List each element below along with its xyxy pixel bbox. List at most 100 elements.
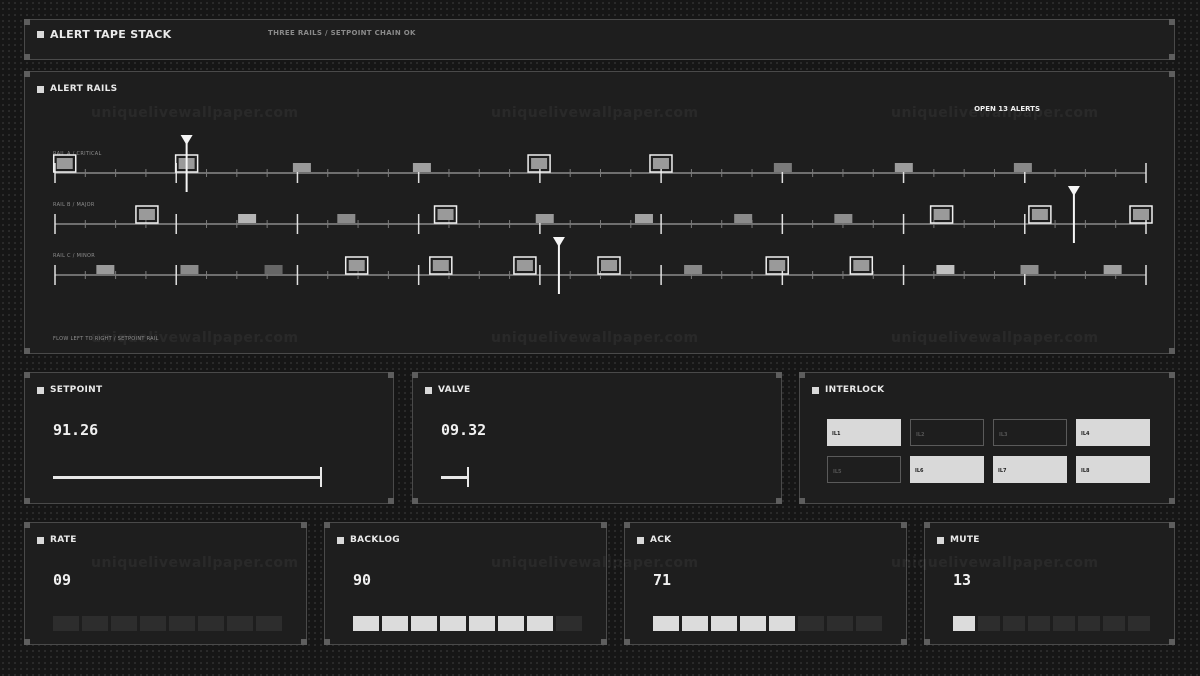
mute-segment bbox=[953, 616, 975, 631]
backlog-segment bbox=[498, 616, 524, 631]
interlock-title: INTERLOCK bbox=[812, 385, 884, 395]
valve-bar bbox=[441, 476, 468, 479]
header-panel: ALERT TAPE STACK THREE RAILS / SETPOINT … bbox=[24, 19, 1175, 60]
rail-b-alert-block bbox=[138, 209, 155, 220]
rail-b-alert-block bbox=[437, 209, 454, 220]
header-title-text: ALERT TAPE STACK bbox=[50, 28, 172, 41]
rail-c-alert-block bbox=[96, 265, 115, 274]
alert-rails-panel: ALERT RAILS OPEN 13 ALERTS RAIL A / CRIT… bbox=[24, 71, 1175, 354]
rail-c-alert-block bbox=[180, 265, 199, 274]
rate-segment bbox=[111, 616, 137, 631]
rail-c-alert-block bbox=[769, 260, 786, 271]
rate-title: RATE bbox=[37, 535, 77, 545]
rate-panel: RATE 09 uniquelivewallpaper.com bbox=[24, 522, 307, 645]
rail-b-alert-block bbox=[634, 214, 653, 223]
interlock-il1: IL1 bbox=[827, 419, 901, 446]
rail-b-alert-block bbox=[933, 209, 950, 220]
rail-c-alert-block bbox=[936, 265, 955, 274]
ack-segment bbox=[682, 616, 708, 631]
ack-value: 71 bbox=[653, 571, 672, 589]
rate-segment bbox=[169, 616, 195, 631]
ack-segment bbox=[827, 616, 853, 631]
backlog-segments bbox=[353, 616, 582, 631]
rail-b-alert-block bbox=[337, 214, 356, 223]
rail-c-alert-block bbox=[1020, 265, 1039, 274]
rail-c-alert-block bbox=[264, 265, 283, 274]
rail-a-alert-block bbox=[531, 158, 548, 169]
interlock-il8: IL8 bbox=[1076, 456, 1150, 483]
rail-c-marker-head bbox=[552, 237, 565, 247]
rail-a-alert-block bbox=[773, 163, 792, 172]
valve-value: 09.32 bbox=[441, 421, 487, 439]
watermark-text: uniquelivewallpaper.com bbox=[91, 555, 299, 571]
interlock-panel: INTERLOCK IL1 IL2 IL3 IL4 IL5 IL6 IL7 IL… bbox=[799, 372, 1175, 504]
backlog-value: 90 bbox=[353, 571, 372, 589]
alert-rails-chart bbox=[52, 135, 1153, 294]
rail-a-alert-block bbox=[1013, 163, 1032, 172]
setpoint-title: SETPOINT bbox=[37, 385, 102, 395]
rail-c-alert-block bbox=[684, 265, 703, 274]
mute-segments bbox=[953, 616, 1150, 631]
rate-segment bbox=[227, 616, 253, 631]
rail-c-alert-block bbox=[1103, 265, 1122, 274]
interlock-il4: IL4 bbox=[1076, 419, 1150, 446]
header-title: ALERT TAPE STACK bbox=[37, 28, 171, 41]
rate-segment bbox=[82, 616, 108, 631]
ack-segment bbox=[740, 616, 766, 631]
backlog-panel: BACKLOG 90 bbox=[324, 522, 607, 645]
rate-segment bbox=[140, 616, 166, 631]
title-square-icon bbox=[37, 536, 44, 544]
rate-segment bbox=[256, 616, 282, 631]
rail-a-alert-block bbox=[412, 163, 431, 172]
valve-title: VALVE bbox=[425, 385, 470, 395]
rate-title-text: RATE bbox=[50, 535, 77, 545]
title-square-icon bbox=[937, 536, 944, 544]
backlog-segment bbox=[353, 616, 379, 631]
mute-panel: MUTE 13 uniquelivewallpaper.com bbox=[891, 522, 1175, 645]
rail-b-alert-block bbox=[238, 214, 257, 223]
ack-segment bbox=[798, 616, 824, 631]
rate-segment bbox=[53, 616, 79, 631]
setpoint-bar-tick bbox=[320, 467, 322, 487]
mute-segment bbox=[1128, 616, 1150, 631]
title-square-icon bbox=[37, 386, 44, 394]
interlock-il2: IL2 bbox=[910, 419, 984, 446]
setpoint-title-text: SETPOINT bbox=[50, 385, 103, 395]
rail-c-alert-block bbox=[432, 260, 449, 271]
mute-segment bbox=[1103, 616, 1125, 631]
backlog-title: BACKLOG bbox=[337, 535, 400, 545]
rail-b-alert-block bbox=[1031, 209, 1048, 220]
ack-segment bbox=[653, 616, 679, 631]
ack-segment bbox=[711, 616, 737, 631]
mute-title-text: MUTE bbox=[950, 535, 980, 545]
mute-segment bbox=[1028, 616, 1050, 631]
rail-b-alert-block bbox=[535, 214, 554, 223]
interlock-title-text: INTERLOCK bbox=[825, 385, 885, 395]
ack-title-text: ACK bbox=[650, 535, 672, 545]
setpoint-panel: SETPOINT 91.26 bbox=[24, 372, 394, 504]
rail-b-marker-head bbox=[1067, 186, 1080, 196]
backlog-segment bbox=[411, 616, 437, 631]
backlog-segment bbox=[440, 616, 466, 631]
ack-segment bbox=[856, 616, 882, 631]
rail-a-alert-block bbox=[56, 158, 73, 169]
ack-segments bbox=[653, 616, 882, 631]
title-square-icon bbox=[637, 536, 644, 544]
rail-a-alert-block bbox=[894, 163, 913, 172]
title-square-icon bbox=[425, 386, 432, 394]
interlock-il6: IL6 bbox=[910, 456, 984, 483]
ack-panel: ACK 71 uniquelivewallpaper.com bbox=[491, 522, 907, 645]
interlock-il3: IL3 bbox=[993, 419, 1067, 446]
setpoint-bar bbox=[53, 476, 321, 479]
title-square-icon bbox=[337, 536, 344, 544]
rail-b-alert-block bbox=[734, 214, 753, 223]
title-square-icon bbox=[812, 386, 819, 394]
backlog-title-text: BACKLOG bbox=[350, 535, 400, 545]
valve-bar-tick bbox=[467, 467, 469, 487]
rate-segments bbox=[53, 616, 282, 631]
rate-value: 09 bbox=[53, 571, 72, 589]
backlog-segment bbox=[469, 616, 495, 631]
rail-a-alert-block bbox=[292, 163, 311, 172]
backlog-segment bbox=[382, 616, 408, 631]
valve-title-text: VALVE bbox=[438, 385, 471, 395]
